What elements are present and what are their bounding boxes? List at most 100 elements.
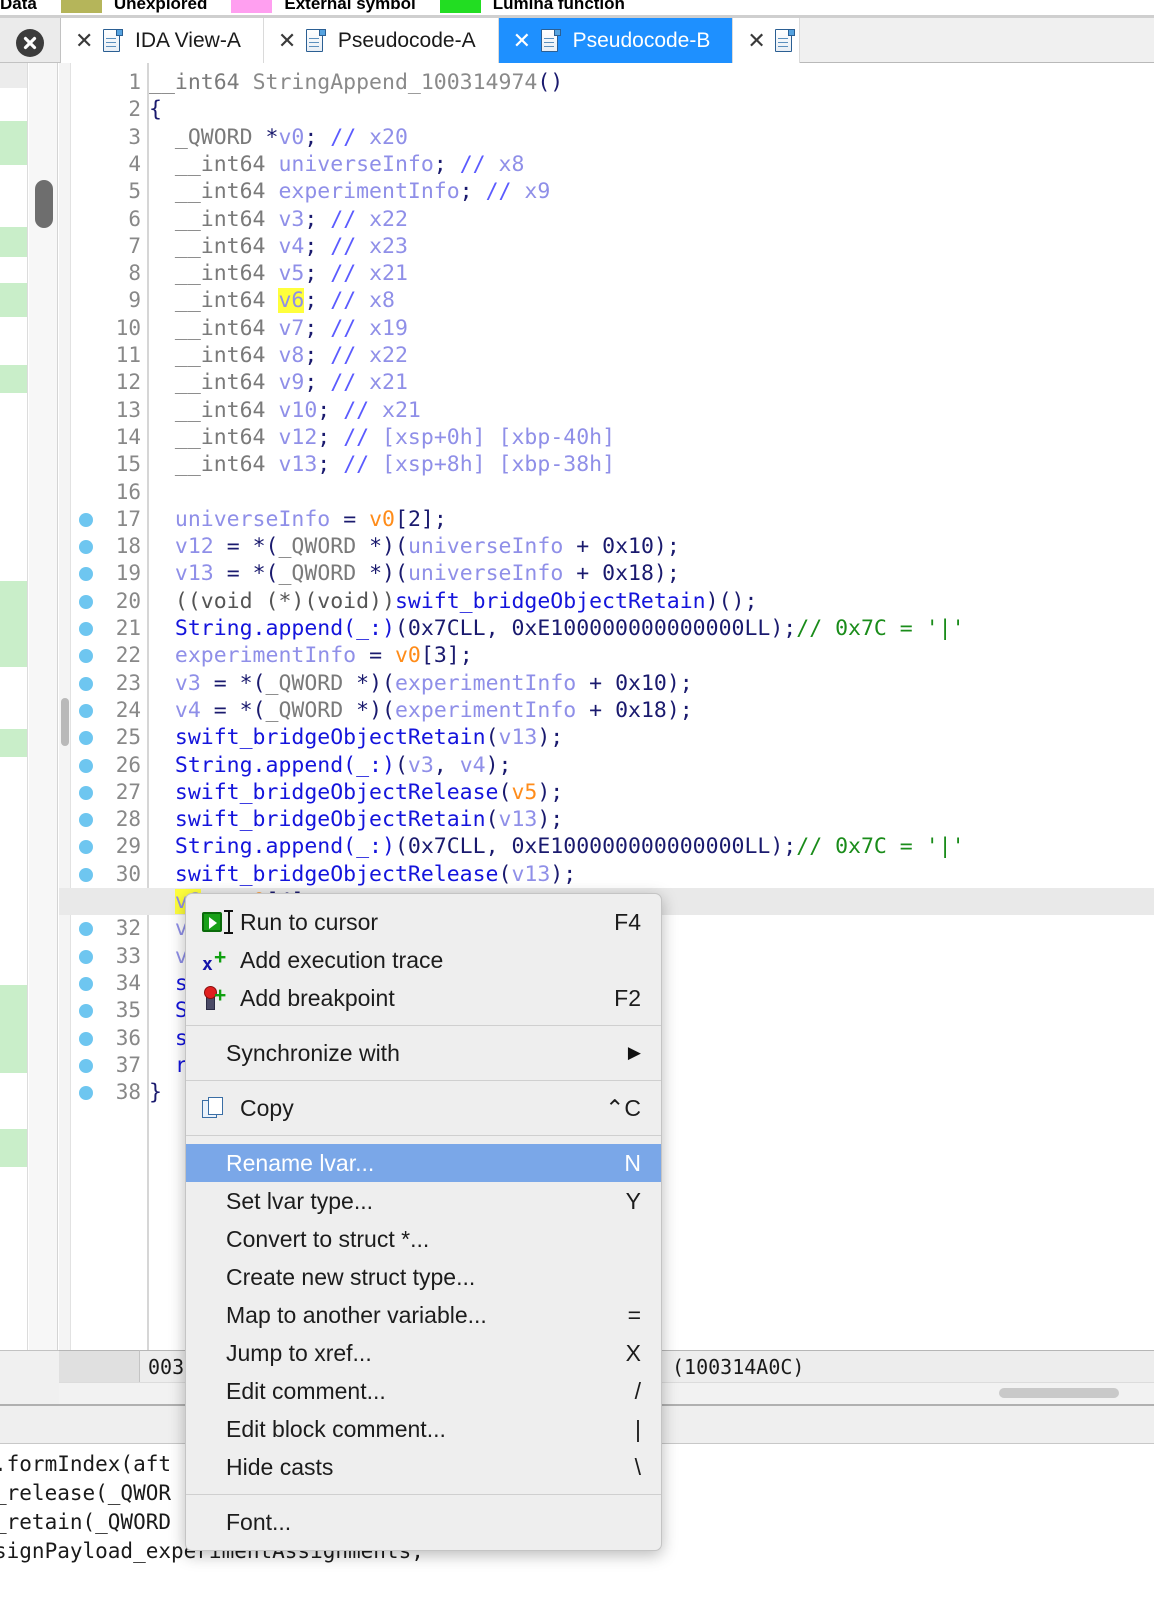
menu-item-jump-to-xref[interactable]: Jump to xref... X [186,1334,661,1372]
code-line[interactable]: r [149,1052,188,1079]
code-line[interactable]: __int64 v5; // x21 [149,260,408,287]
code-vertical-scrollbar[interactable] [59,63,71,1350]
code-line[interactable]: v13 = *(_QWORD *)(universeInfo + 0x18); [149,560,680,587]
navigator-legend: Data Unexplored External symbol Lumina f… [0,0,1154,15]
code-line[interactable]: __int64 v12; // [xsp+0h] [xbp-40h] [149,424,615,451]
code-line[interactable]: __int64 v4; // x23 [149,233,408,260]
navigator-band[interactable] [0,393,27,581]
menu-item-copy[interactable]: Copy ⌃C [186,1089,661,1127]
navigator-band[interactable] [0,1167,27,1350]
navigator-band[interactable] [0,729,27,757]
menu-item-synchronize-with[interactable]: Synchronize with ▶ [186,1034,661,1072]
code-line[interactable]: __int64 universeInfo; // x8 [149,151,525,178]
line-number: 11 [115,343,141,367]
navigator-band[interactable] [0,283,27,317]
navigator-band[interactable] [0,88,27,121]
navigator-band[interactable] [0,1129,27,1167]
navigator-band[interactable] [0,365,27,393]
code-line[interactable]: universeInfo = v0[2]; [149,506,447,533]
menu-item-add-breakpoint[interactable]: + Add breakpoint F2 [186,979,661,1017]
tab-pseudocode-b[interactable]: ✕ Pseudocode-B [498,18,734,63]
tab-pseudocode-a[interactable]: ✕ Pseudocode-A [263,18,499,63]
code-line[interactable]: swift_bridgeObjectRelease(v5); [149,779,563,806]
close-icon[interactable]: ✕ [747,29,765,52]
code-line[interactable]: experimentInfo = v0[3]; [149,642,473,669]
navigator-band[interactable] [0,757,27,985]
code-line[interactable]: v [149,943,188,970]
close-icon[interactable]: ✕ [278,29,296,52]
tab-ida-view-a[interactable]: ✕ IDA View-A [61,18,264,63]
code-line[interactable]: swift_bridgeObjectRetain(v13); [149,806,563,833]
code-line[interactable]: s [149,970,188,997]
menu-item-edit-block-comment[interactable]: Edit block comment... | [186,1410,661,1448]
menu-item-edit-comment[interactable]: Edit comment... / [186,1372,661,1410]
line-number: 1 [128,70,141,94]
menu-item-convert-to-struct[interactable]: Convert to struct *... [186,1220,661,1258]
line-number: 2 [128,97,141,122]
code-line[interactable]: String.append(_:)(v3, v4); [149,752,512,779]
line-number: 37 [115,1052,141,1077]
code-line[interactable]: __int64 StringAppend_100314974() [149,69,563,96]
code-line[interactable]: _QWORD *v0; // x20 [149,124,408,151]
navigator-band[interactable] [0,581,27,667]
navigator-band[interactable] [0,227,27,257]
line-number: 16 [115,479,141,504]
menu-item-hide-casts[interactable]: Hide casts \ [186,1448,661,1486]
context-menu[interactable]: Run to cursor F4 x + Add execution trace + Add… [185,893,662,1551]
line-number: 13 [115,397,141,422]
code-line[interactable]: ((void (*)(void))swift_bridgeObjectRetai… [149,588,758,615]
code-line[interactable]: __int64 v10; // x21 [149,397,421,424]
code-line[interactable]: s [149,1025,188,1052]
menu-item-map-to-another-variable[interactable]: Map to another variable... = [186,1296,661,1334]
document-icon [103,28,123,53]
code-line[interactable]: { [149,96,162,123]
close-icon[interactable]: ✕ [513,29,531,52]
code-line[interactable]: __int64 v9; // x21 [149,369,408,396]
code-line[interactable]: __int64 v13; // [xsp+8h] [xbp-38h] [149,451,615,478]
code-line[interactable]: v [149,915,188,942]
menu-item-set-lvar-type[interactable]: Set lvar type... Y [186,1182,661,1220]
code-line[interactable]: v3 = *(_QWORD *)(experimentInfo + 0x10); [149,670,693,697]
code-line[interactable]: v4 = *(_QWORD *)(experimentInfo + 0x18); [149,697,693,724]
navigator-band[interactable] [0,317,27,365]
code-line[interactable]: S [149,997,188,1024]
outer-scrollbar-thumb[interactable] [35,180,53,228]
code-line[interactable]: __int64 v6; // x8 [149,287,395,314]
code-line[interactable]: swift_bridgeObjectRetain(v13); [149,724,563,751]
legend-label-data: Data [0,0,37,13]
code-line[interactable]: v12 = *(_QWORD *)(universeInfo + 0x10); [149,533,680,560]
navigator-band[interactable] [0,667,27,729]
horizontal-scrollbar-thumb[interactable] [999,1388,1119,1398]
navigator-band[interactable] [0,1073,27,1129]
navigator-band[interactable] [0,121,27,165]
navigator-band[interactable] [0,257,27,283]
ida-pro-window: Data Unexplored External symbol Lumina f… [0,0,1154,1622]
copy-icon [200,1095,234,1121]
close-icon[interactable]: ✕ [75,29,93,52]
code-line[interactable]: __int64 experimentInfo; // x9 [149,178,550,205]
menu-item-label: Run to cursor [240,908,379,935]
line-number: 35 [115,998,141,1023]
line-number: 8 [128,261,141,286]
code-line[interactable]: __int64 v3; // x22 [149,206,408,233]
code-line[interactable]: __int64 v8; // x22 [149,342,408,369]
navigator-band[interactable] [0,165,27,227]
menu-item-run-to-cursor[interactable]: Run to cursor F4 [186,903,661,941]
code-line[interactable]: swift_bridgeObjectRelease(v13); [149,861,576,888]
tab-overflow[interactable]: ✕ [733,18,801,63]
close-icon[interactable] [16,29,44,57]
code-line[interactable]: __int64 v7; // x19 [149,315,408,342]
menu-item-create-new-struct-type[interactable]: Create new struct type... [186,1258,661,1296]
menu-item-shortcut: F2 [614,984,641,1011]
line-number: 23 [115,670,141,695]
navigator-strip[interactable] [0,63,28,1350]
code-line[interactable]: } [149,1079,162,1106]
menu-item-font[interactable]: Font... [186,1503,661,1541]
code-scrollbar-thumb[interactable] [61,698,69,746]
outer-vertical-scrollbar[interactable] [29,63,58,1350]
code-line[interactable]: String.append(_:)(0x7CLL, 0xE10000000000… [149,833,965,860]
navigator-band[interactable] [0,985,27,1073]
code-line[interactable]: String.append(_:)(0x7CLL, 0xE10000000000… [149,615,965,642]
menu-item-rename-lvar[interactable]: Rename lvar... N [186,1144,661,1182]
menu-item-add-execution-trace[interactable]: x + Add execution trace [186,941,661,979]
